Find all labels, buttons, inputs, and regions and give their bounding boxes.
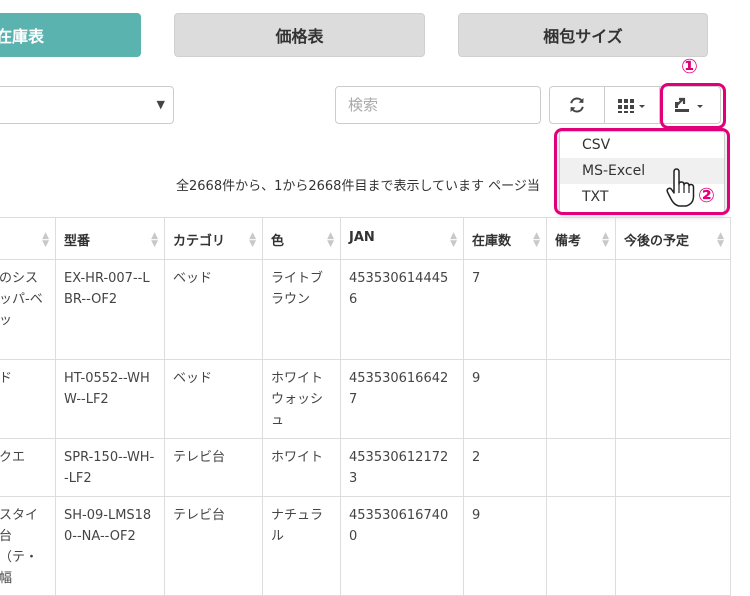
cell-color: ホワイト: [262, 438, 341, 497]
cell-model: SH-09-LMS180--NA--OF2: [55, 496, 165, 596]
cell-category: ベッド: [164, 359, 263, 439]
cell-notes: [546, 259, 616, 360]
sort-icon: ▲ ▼: [249, 231, 256, 249]
col-header-name[interactable]: ▲ ▼: [0, 217, 56, 260]
filter-select[interactable]: ▼: [0, 86, 174, 124]
sort-icon: ▲ ▼: [533, 231, 540, 249]
inventory-table: ▲ ▼ 型番 ▲ ▼ カテゴリ ▲ ▼ 色 ▲ ▼ JAN ▲ ▼ 在庫数 ▲ ▼ 備考 ▲ ▼ 今後の予…: [0, 217, 731, 596]
cell-name: スタイ台（テ・幅: [0, 496, 56, 596]
sort-icon: ▲ ▼: [602, 231, 609, 249]
col-header-color[interactable]: 色 ▲ ▼: [262, 217, 341, 260]
cell-stock: 9: [463, 496, 547, 596]
col-header-jan[interactable]: JAN ▲ ▼: [340, 217, 464, 260]
cell-plan: [615, 359, 731, 439]
table-row: スタイ台（テ・幅 SH-09-LMS180--NA--OF2 テレビ台 ナチュラ…: [0, 496, 731, 596]
cell-model: HT-0552--WHW--LF2: [55, 359, 165, 439]
cell-stock: 2: [463, 438, 547, 497]
export-highlight: [660, 83, 726, 129]
cell-model: EX-HR-007--LBR--OF2: [55, 259, 165, 360]
cell-color: ライトブラウン: [262, 259, 341, 360]
cell-plan: [615, 496, 731, 596]
col-header-category[interactable]: カテゴリ ▲ ▼: [164, 217, 263, 260]
sort-icon: ▲ ▼: [42, 231, 49, 249]
columns-button[interactable]: [604, 86, 660, 124]
tab-package-size[interactable]: 梱包サイズ: [458, 13, 708, 57]
cell-model: SPR-150--WH--LF2: [55, 438, 165, 497]
cell-notes: [546, 496, 616, 596]
sort-icon: ▲ ▼: [327, 231, 334, 249]
grid-icon: [618, 99, 645, 113]
cell-jan: 4535306144456: [340, 259, 464, 360]
col-header-model[interactable]: 型番 ▲ ▼: [55, 217, 165, 260]
cell-stock: 7: [463, 259, 547, 360]
tab-inventory[interactable]: 在庫表: [0, 13, 141, 57]
col-header-notes[interactable]: 備考 ▲ ▼: [546, 217, 616, 260]
cell-plan: [615, 259, 731, 360]
cell-stock: 9: [463, 359, 547, 439]
cell-category: テレビ台: [164, 438, 263, 497]
cell-jan: 4535306167400: [340, 496, 464, 596]
cell-name: クエ: [0, 438, 56, 497]
marker-one: ①: [681, 54, 698, 78]
hand-cursor-icon: [666, 168, 695, 207]
cell-name: のシスッパ-ベッ: [0, 259, 56, 360]
refresh-icon: [570, 97, 584, 113]
table-row: ド HT-0552--WHW--LF2 ベッド ホワイトウォッシュ 453530…: [0, 359, 731, 439]
table-row: のシスッパ-ベッ EX-HR-007--LBR--OF2 ベッド ライトブラウン…: [0, 259, 731, 360]
sort-icon: ▲ ▼: [151, 231, 158, 249]
cell-category: ベッド: [164, 259, 263, 360]
marker-two: ②: [698, 183, 715, 207]
col-header-plan[interactable]: 今後の予定 ▲ ▼: [615, 217, 731, 260]
cell-color: ナチュラル: [262, 496, 341, 596]
cell-notes: [546, 438, 616, 497]
sort-icon: ▲ ▼: [450, 231, 457, 249]
table-row: クエ SPR-150--WH--LF2 テレビ台 ホワイト 4535306121…: [0, 438, 731, 497]
cell-color: ホワイトウォッシュ: [262, 359, 341, 439]
cell-jan: 4535306166427: [340, 359, 464, 439]
cell-plan: [615, 438, 731, 497]
col-header-stock[interactable]: 在庫数 ▲ ▼: [463, 217, 547, 260]
sort-icon: ▲ ▼: [717, 231, 724, 249]
tab-price-list[interactable]: 価格表: [174, 13, 425, 57]
refresh-button[interactable]: [549, 86, 605, 124]
search-input[interactable]: [335, 86, 541, 124]
cell-notes: [546, 359, 616, 439]
table-header-row: ▲ ▼ 型番 ▲ ▼ カテゴリ ▲ ▼ 色 ▲ ▼ JAN ▲ ▼ 在庫数 ▲ ▼ 備考 ▲ ▼ 今後の予…: [0, 217, 731, 260]
cell-name: ド: [0, 359, 56, 439]
cell-jan: 4535306121723: [340, 438, 464, 497]
cell-category: テレビ台: [164, 496, 263, 596]
pagination-info: 全2668件から、1から2668件目まで表示しています ページ当: [176, 179, 540, 194]
caret-down-icon: ▼: [156, 98, 165, 111]
